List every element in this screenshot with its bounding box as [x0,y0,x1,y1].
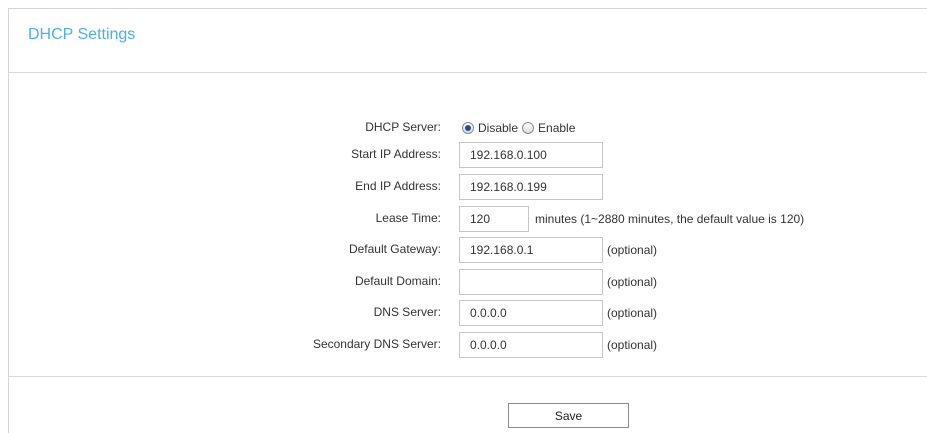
dhcp-enable-label: Enable [538,121,576,135]
radio-checked-icon[interactable] [462,122,474,134]
dns-server-input[interactable] [459,300,603,326]
dns-server-label: DNS Server: [373,305,441,319]
default-domain-row: Default Domain: (optional) [0,269,927,295]
secondary-dns-server-label: Secondary DNS Server: [312,337,441,351]
footer-divider [8,376,927,377]
panel-title: DHCP Settings [28,26,136,43]
default-domain-hint: (optional) [607,275,658,289]
secondary-dns-server-row: Secondary DNS Server: (optional) [0,332,927,358]
lease-time-label: Lease Time: [375,211,441,225]
dhcp-disable-radio[interactable]: Disable [462,121,518,135]
lease-time-input[interactable] [459,206,529,232]
dhcp-disable-label: Disable [478,121,519,135]
default-gateway-input[interactable] [459,237,603,263]
end-ip-label: End IP Address: [355,179,441,193]
dns-server-row: DNS Server: (optional) [0,300,927,326]
lease-time-hint: minutes (1~2880 minutes, the default val… [535,212,805,226]
dhcp-server-label: DHCP Server: [365,120,441,134]
end-ip-input[interactable] [459,174,603,200]
dns-server-hint: (optional) [607,306,658,320]
default-gateway-hint: (optional) [607,243,658,257]
default-gateway-label: Default Gateway: [348,242,441,256]
default-gateway-row: Default Gateway: (optional) [0,237,927,263]
end-ip-row: End IP Address: [0,174,927,200]
radio-unchecked-icon[interactable] [522,122,535,134]
secondary-dns-server-input[interactable] [459,332,603,358]
save-button[interactable]: Save [508,403,629,428]
title-divider [8,72,927,73]
default-domain-label: Default Domain: [354,274,441,288]
dhcp-server-row: DHCP Server: Disable Enable [0,115,927,141]
lease-time-row: Lease Time: minutes (1~2880 minutes, the… [0,206,927,232]
start-ip-row: Start IP Address: [0,142,927,168]
default-domain-input[interactable] [459,269,603,295]
dhcp-server-radio-group: Disable Enable [462,119,579,137]
dhcp-enable-radio[interactable]: Enable [522,121,575,135]
start-ip-input[interactable] [459,142,603,168]
secondary-dns-server-hint: (optional) [607,338,658,352]
start-ip-label: Start IP Address: [351,147,441,161]
